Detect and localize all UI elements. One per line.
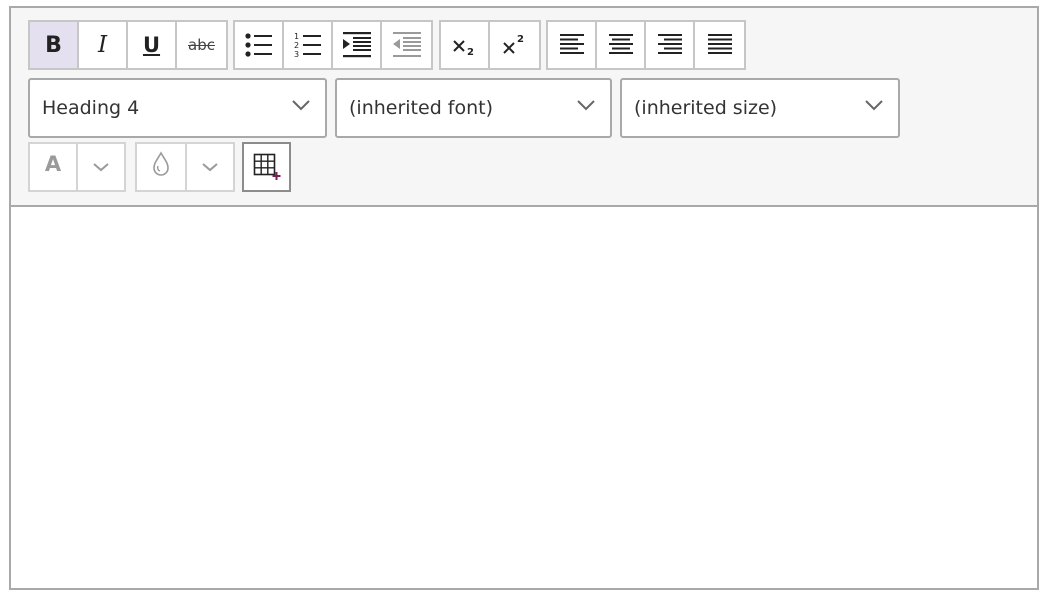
editor-toolbar: B I U abc 1 2 3 2 2 Heading 4 (inherited… xyxy=(11,8,1037,207)
svg-text:3: 3 xyxy=(294,50,299,59)
font-color-icon: A xyxy=(44,152,62,176)
bold-button[interactable]: B xyxy=(30,22,79,68)
align-left-icon xyxy=(559,34,584,54)
indent-button[interactable] xyxy=(333,22,382,68)
align-right-button[interactable] xyxy=(646,22,695,68)
alignment-group xyxy=(546,20,746,70)
subscript-icon: 2 xyxy=(452,40,474,57)
align-right-icon xyxy=(657,34,682,54)
subscript-button[interactable]: 2 xyxy=(441,22,490,68)
highlight-split-button xyxy=(135,142,235,192)
insert-table-icon xyxy=(253,153,280,180)
underline-button[interactable]: U xyxy=(128,22,177,68)
outdent-button[interactable] xyxy=(382,22,431,68)
list-group: 1 2 3 xyxy=(233,20,433,70)
strikethrough-button[interactable]: abc xyxy=(177,22,226,68)
svg-text:1: 1 xyxy=(294,32,299,41)
svg-text:2: 2 xyxy=(517,34,524,45)
numbered-list-button[interactable]: 1 2 3 xyxy=(284,22,333,68)
align-center-button[interactable] xyxy=(597,22,646,68)
justify-icon xyxy=(707,34,732,54)
italic-button[interactable]: I xyxy=(79,22,128,68)
editor-content-area[interactable] xyxy=(11,207,1037,588)
bulleted-list-button[interactable] xyxy=(235,22,284,68)
script-group: 2 2 xyxy=(439,20,541,70)
highlight-drop-icon xyxy=(153,151,169,176)
align-center-icon xyxy=(608,34,633,54)
paragraph-style-select[interactable]: Heading 4 xyxy=(28,78,327,138)
chevron-down-icon xyxy=(865,100,883,111)
paragraph-style-value: Heading 4 xyxy=(42,97,140,119)
indent-icon xyxy=(342,32,371,58)
text-style-group: B I U abc xyxy=(28,20,228,70)
superscript-icon: 2 xyxy=(502,34,524,54)
highlight-dropdown[interactable] xyxy=(187,144,233,190)
align-left-button[interactable] xyxy=(548,22,597,68)
highlight-button[interactable] xyxy=(137,144,187,190)
superscript-button[interactable]: 2 xyxy=(490,22,539,68)
font-color-button[interactable]: A xyxy=(30,144,78,190)
numbered-list-icon: 1 2 3 xyxy=(294,32,321,59)
chevron-down-icon xyxy=(292,100,310,111)
outdent-icon xyxy=(392,32,421,57)
strikethrough-icon: abc xyxy=(188,36,215,54)
font-color-dropdown[interactable] xyxy=(78,144,124,190)
justify-button[interactable] xyxy=(695,22,744,68)
svg-text:2: 2 xyxy=(467,47,474,57)
italic-icon: I xyxy=(97,32,108,58)
underline-icon: U xyxy=(142,33,161,57)
font-family-select[interactable]: (inherited font) xyxy=(335,78,612,138)
svg-text:2: 2 xyxy=(294,41,299,50)
font-size-value: (inherited size) xyxy=(634,97,778,119)
font-family-value: (inherited font) xyxy=(349,97,494,119)
chevron-down-icon xyxy=(202,163,218,172)
chevron-down-icon xyxy=(93,163,109,172)
rich-text-editor: B I U abc 1 2 3 2 2 Heading 4 (inherited… xyxy=(9,6,1039,590)
insert-table-button[interactable] xyxy=(242,142,291,192)
chevron-down-icon xyxy=(577,100,595,111)
bold-icon: B xyxy=(45,32,62,58)
bulleted-list-icon xyxy=(244,33,272,57)
font-color-split-button: A xyxy=(28,142,126,192)
font-size-select[interactable]: (inherited size) xyxy=(620,78,900,138)
